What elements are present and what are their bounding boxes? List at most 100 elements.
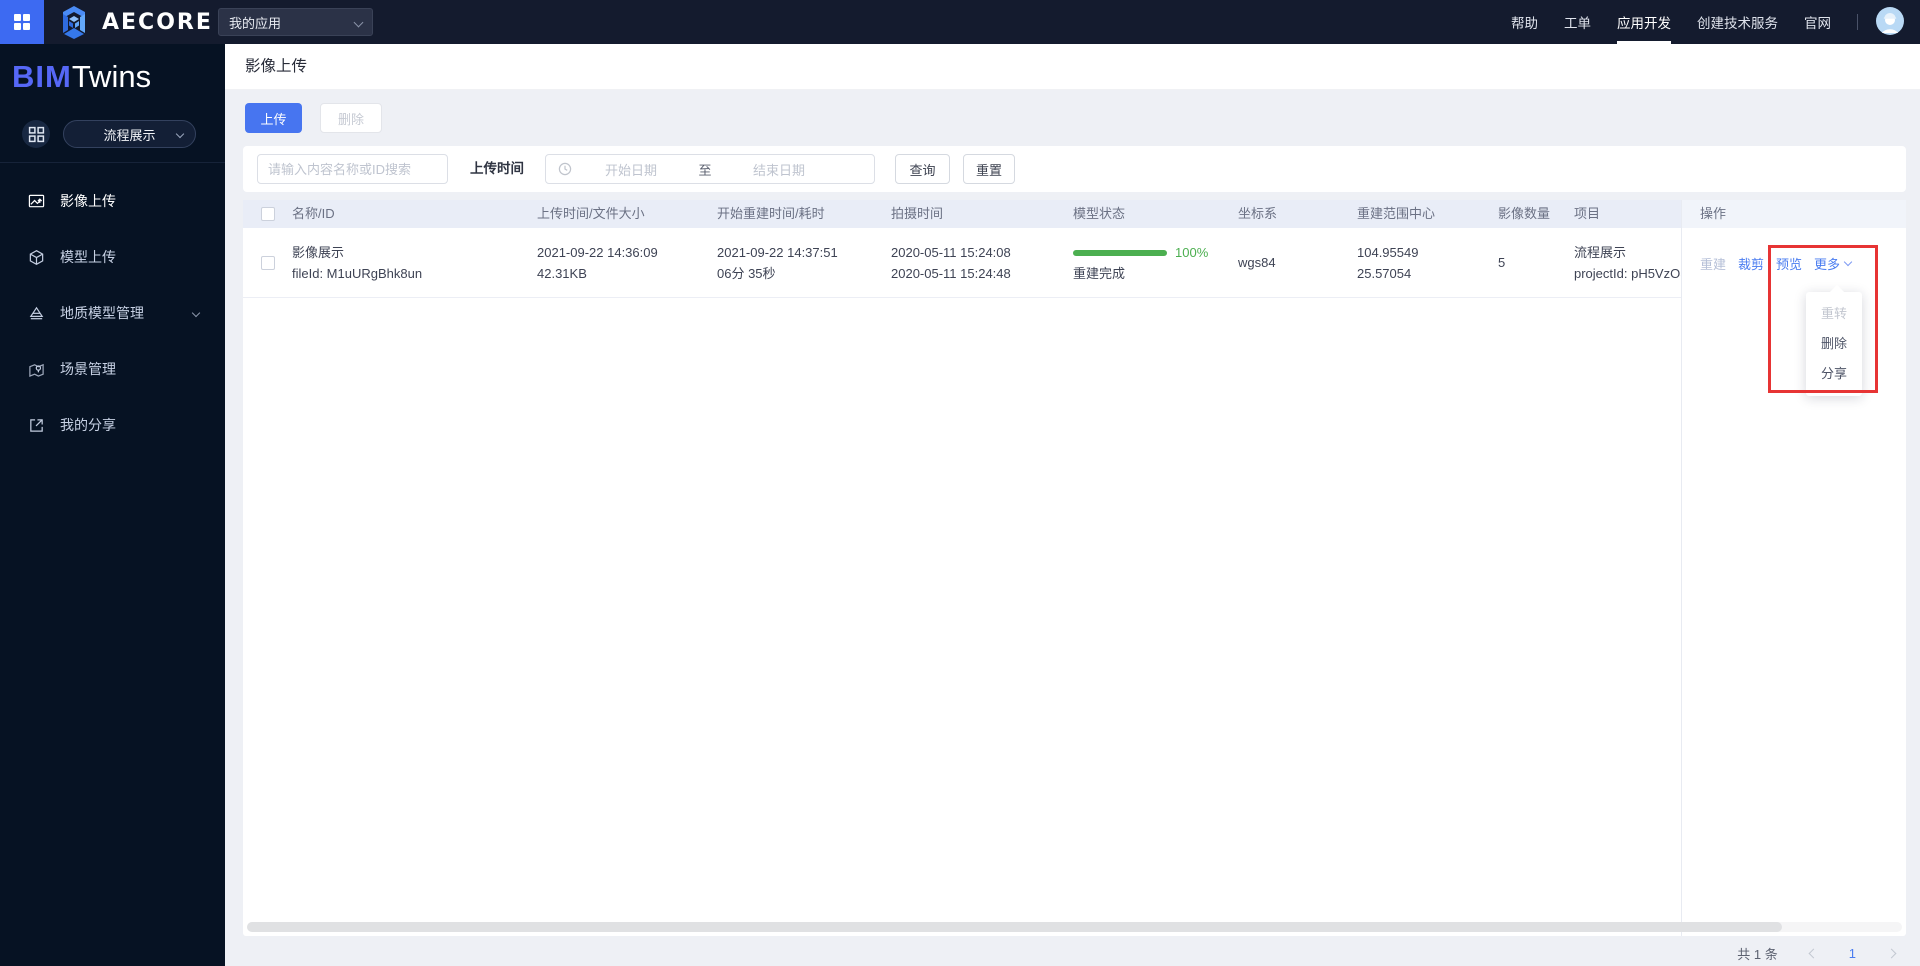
row-file-size: 42.31KB [537, 265, 587, 281]
page-title: 影像上传 [245, 58, 308, 75]
sidebar-item-scene-management[interactable]: 场景管理 [0, 341, 225, 397]
chevron-right-icon [1886, 948, 1897, 958]
col-header-actions: 操作 [1681, 200, 1906, 228]
filter-bar: 上传时间 开始日期 至 结束日期 查询 重置 [243, 146, 1906, 192]
start-date-placeholder[interactable]: 开始日期 [572, 160, 690, 179]
engineer-avatar-icon [1876, 6, 1904, 35]
topbar-link-ticket[interactable]: 工单 [1564, 0, 1591, 44]
row-upload-time: 2021-09-22 14:36:09 [537, 244, 658, 260]
cell-shoot-time: 2020-05-11 15:24:08 2020-05-11 15:24:48 [891, 228, 1069, 298]
date-range-picker[interactable]: 开始日期 至 结束日期 [545, 154, 875, 184]
apps-grid-button[interactable] [0, 0, 44, 44]
col-header-rebuild-center: 重建范围中心 [1357, 206, 1436, 221]
cell-upload-time: 2021-09-22 14:36:09 42.31KB [537, 228, 712, 298]
app-select-value: 我的应用 [229, 15, 282, 31]
topbar-link-app-dev[interactable]: 应用开发 [1617, 0, 1671, 44]
aecore-logo: AECORE [54, 2, 213, 42]
action-crop[interactable]: 裁剪 [1738, 254, 1764, 273]
row-shoot-start: 2020-05-11 15:24:08 [891, 244, 1011, 260]
cell-image-count: 5 [1498, 228, 1568, 298]
col-header-image-count: 影像数量 [1498, 206, 1551, 221]
query-button[interactable]: 查询 [895, 154, 950, 184]
row-project-id: projectId: pH5VzOSv [1574, 265, 1681, 281]
geology-model-icon [29, 306, 44, 319]
horizontal-scrollbar-thumb[interactable] [247, 922, 1782, 932]
pagination-next-button[interactable] [1886, 948, 1897, 958]
pagination-prev-button[interactable] [1808, 948, 1819, 958]
app-root: AECORE 我的应用 帮助 工单 应用开发 创建技术服务 官网 BIMTwin… [0, 0, 1920, 966]
row-center-lat: 25.57054 [1357, 265, 1412, 281]
sidebar-item-my-shares[interactable]: 我的分享 [0, 397, 225, 453]
action-rebuild[interactable]: 重建 [1700, 254, 1726, 273]
upload-button[interactable]: 上传 [245, 103, 302, 133]
cell-name-id: 影像展示 fileId: M1uURgBhk8un [292, 228, 532, 298]
delete-button[interactable]: 删除 [320, 103, 382, 133]
select-all-checkbox[interactable] [261, 207, 275, 221]
sidebar-item-label: 影像上传 [60, 193, 116, 209]
sidebar-item-image-upload[interactable]: 影像上传 [0, 173, 225, 229]
user-avatar[interactable] [1876, 6, 1904, 38]
end-date-placeholder[interactable]: 结束日期 [720, 160, 838, 179]
page-title-bar: 影像上传 [225, 44, 1920, 90]
row-duration: 06分 35秒 [717, 265, 776, 281]
chevron-down-icon [191, 308, 201, 318]
chevron-down-icon [1843, 257, 1853, 266]
action-more[interactable]: 更多 [1814, 254, 1853, 273]
topbar-link-help[interactable]: 帮助 [1511, 0, 1538, 44]
date-range-separator: 至 [698, 162, 712, 178]
row-image-count: 5 [1498, 255, 1506, 270]
sidebar-item-label: 模型上传 [60, 249, 116, 265]
upload-time-label: 上传时间 [470, 161, 524, 176]
cell-rebuild-center: 104.95549 25.57054 [1357, 228, 1494, 298]
bimtwins-logo-bim: BIM [12, 59, 72, 94]
brand-text: AECORE [102, 9, 213, 35]
action-preview[interactable]: 预览 [1776, 254, 1802, 273]
row-file-id: fileId: M1uURgBhk8un [292, 265, 423, 281]
main-content: 影像上传 上传 删除 上传时间 开始日期 至 结束日期 查询 重置 名称/ID [225, 44, 1920, 966]
sidebar-item-label: 场景管理 [60, 361, 116, 377]
sidebar-menu: 影像上传 模型上传 地质模型管理 场景管理 我的分享 [0, 173, 225, 453]
table-row: 影像展示 fileId: M1uURgBhk8un 2021-09-22 14:… [243, 228, 1906, 298]
app-select-dropdown[interactable]: 我的应用 [218, 8, 373, 36]
horizontal-scrollbar-track [247, 922, 1902, 932]
menu-item-retransfer[interactable]: 重转 [1806, 299, 1862, 329]
row-rebuild-start: 2021-09-22 14:37:51 [717, 244, 838, 260]
pagination: 共 1 条 1 [1737, 940, 1897, 966]
model-upload-icon [29, 249, 44, 265]
row-project-name: 流程展示 [1574, 244, 1627, 260]
cell-model-status: 100% 重建完成 [1073, 228, 1233, 298]
row-model-status: 重建完成 [1073, 265, 1126, 281]
col-header-upload-time: 上传时间/文件大小 [537, 206, 645, 221]
col-header-name-id: 名称/ID [292, 206, 335, 221]
bimtwins-logo: BIMTwins [0, 44, 225, 94]
sidebar-item-model-upload[interactable]: 模型上传 [0, 229, 225, 285]
row-center-lng: 104.95549 [1357, 244, 1419, 260]
menu-item-share[interactable]: 分享 [1806, 359, 1862, 389]
fixed-column-divider [1681, 200, 1682, 936]
pagination-total: 共 1 条 [1737, 946, 1778, 962]
grid-outline-icon [28, 126, 44, 142]
col-header-shoot-time: 拍摄时间 [891, 206, 944, 221]
row-name: 影像展示 [292, 244, 345, 260]
more-dropdown-menu: 重转 删除 分享 [1806, 292, 1862, 396]
sidebar-item-label: 地质模型管理 [60, 305, 144, 321]
row-checkbox[interactable] [261, 256, 275, 270]
pagination-page-1[interactable]: 1 [1849, 946, 1856, 961]
scene-map-pin-icon [29, 363, 44, 377]
reset-button[interactable]: 重置 [963, 154, 1015, 184]
topbar-link-official-site[interactable]: 官网 [1804, 0, 1831, 44]
chevron-left-icon [1808, 948, 1819, 958]
workspace-select[interactable]: 流程展示 [63, 120, 196, 148]
menu-item-delete[interactable]: 删除 [1806, 329, 1862, 359]
grid-icon [14, 14, 30, 30]
topbar-link-create-service[interactable]: 创建技术服务 [1697, 0, 1778, 44]
search-input[interactable] [257, 154, 448, 184]
cell-actions: 重建 裁剪 预览 更多 [1681, 228, 1906, 298]
col-header-rebuild-time: 开始重建时间/耗时 [717, 206, 825, 221]
cell-project: 流程展示 projectId: pH5VzOSv [1574, 228, 1681, 298]
sidebar-item-geology-model[interactable]: 地质模型管理 [0, 285, 225, 341]
col-header-model-status: 模型状态 [1073, 206, 1126, 221]
workspace-grid-button[interactable] [22, 120, 50, 148]
clock-icon [558, 162, 572, 176]
table-header-row: 名称/ID 上传时间/文件大小 开始重建时间/耗时 拍摄时间 模型状态 坐标系 … [243, 200, 1906, 228]
